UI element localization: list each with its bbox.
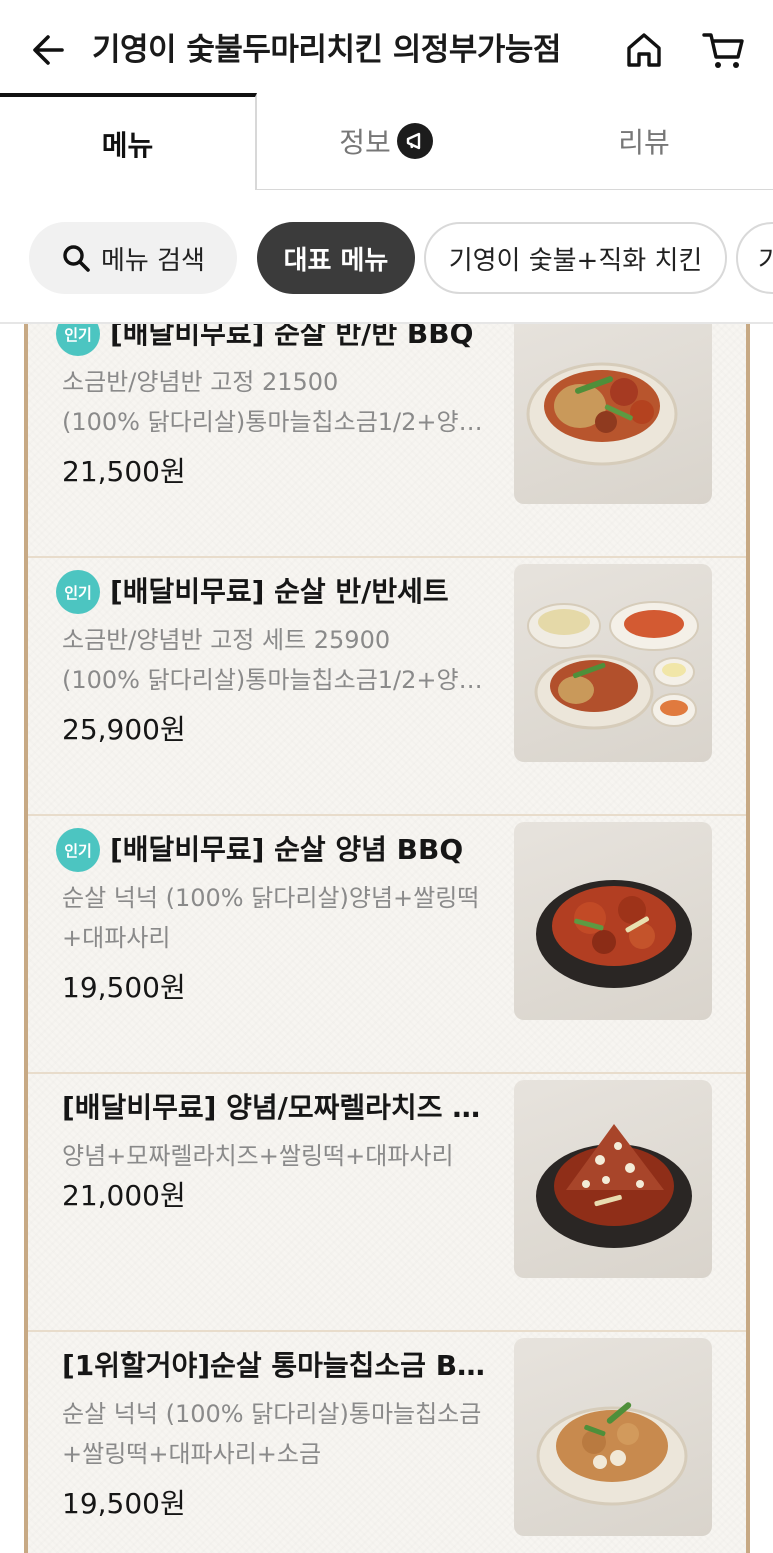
popular-badge: 인기 (56, 570, 100, 614)
description-line: (100% 닭다리살)통마늘칩소금1/2+양념1/2 (62, 408, 496, 436)
menu-item-price: 21,000원 (62, 1179, 186, 1212)
description-line: +대파사리 (62, 924, 171, 952)
menu-list: 인기 [배달비무료] 순살 반/반 BBQ 소금반/양념반 고정 21500 (… (0, 324, 773, 1553)
menu-search-label: 메뉴 검색 (101, 245, 205, 276)
search-icon (63, 245, 90, 272)
menu-item-price: 21,500원 (62, 455, 186, 488)
tab-menu-label: 메뉴 (101, 129, 154, 162)
description-line: 순살 넉넉 (100% 닭다리살)양념+쌀링떡 (62, 884, 480, 912)
tab-menu[interactable]: 메뉴 (0, 93, 257, 191)
menu-item-name: [배달비무료] 순살 반/반 BBQ (110, 324, 474, 350)
menu-search-button[interactable]: 메뉴 검색 (29, 222, 237, 294)
description-line: +쌀링떡+대파사리+소금 (62, 1440, 322, 1468)
store-tabs: 메뉴 정보 리뷰 (0, 93, 773, 191)
menu-item[interactable]: 인기 [배달비무료] 순살 반/반세트 소금반/양념반 고정 세트 25900 … (28, 558, 746, 816)
home-button[interactable] (620, 26, 668, 74)
description-line: 순살 넉넉 (100% 닭다리살)통마늘칩소금 (62, 1400, 482, 1428)
home-icon (627, 33, 661, 67)
menu-item-description: 순살 넉넉 (100% 닭다리살)양념+쌀링떡 +대파사리 (62, 878, 496, 958)
chip-label: 대표 메뉴 (283, 245, 389, 276)
chip-label: 기영이 숯불+직화 치킨 (448, 245, 703, 276)
menu-frame: 인기 [배달비무료] 순살 반/반 BBQ 소금반/양념반 고정 21500 (… (24, 324, 750, 1553)
menu-item-image (514, 1080, 712, 1278)
chip-charcoal-chicken[interactable]: 기영이 숯불+직화 치킨 (424, 222, 727, 294)
menu-item-name: [배달비무료] 순살 반/반세트 (110, 575, 449, 608)
description-line: 양념+모짜렐라치즈+쌀링떡+대파사리 (62, 1142, 454, 1170)
menu-item-image (514, 564, 712, 762)
chip-label: 기 (758, 240, 773, 277)
cart-button[interactable] (698, 26, 750, 74)
menu-item-description: 소금반/양념반 고정 세트 25900 (100% 닭다리살)통마늘칩소금1/2… (62, 620, 496, 700)
popular-badge: 인기 (56, 828, 100, 872)
tab-info[interactable]: 정보 (257, 93, 515, 191)
menu-item-description: 양념+모짜렐라치즈+쌀링떡+대파사리 (62, 1136, 496, 1176)
menu-item[interactable]: 인기 [배달비무료] 순살 반/반 BBQ 소금반/양념반 고정 21500 (… (28, 324, 746, 558)
description-line: 소금반/양념반 고정 세트 25900 (62, 626, 391, 654)
tab-info-label: 정보 (339, 126, 391, 159)
menu-item-name: [배달비무료] 양념/모짜렐라치즈 BBQ (62, 1091, 496, 1124)
cart-icon (702, 33, 744, 68)
menu-item-image (514, 822, 712, 1020)
menu-item-description: 순살 넉넉 (100% 닭다리살)통마늘칩소금 +쌀링떡+대파사리+소금 (62, 1394, 496, 1474)
menu-item-name: [1위할거야]순살 통마늘칩소금 BBQ (62, 1349, 496, 1382)
store-title: 기영이 숯불두마리치킨 의정부가능점 (92, 32, 561, 68)
description-line: (100% 닭다리살)통마늘칩소금1/2+양념1/2 (62, 666, 496, 694)
megaphone-icon (396, 123, 433, 159)
menu-item-description: 소금반/양념반 고정 21500 (100% 닭다리살)통마늘칩소금1/2+양념… (62, 362, 496, 442)
chip-next-category[interactable]: 기 (736, 222, 773, 294)
menu-item-image (514, 324, 712, 504)
popular-badge: 인기 (56, 324, 100, 356)
chip-representative-menu[interactable]: 대표 메뉴 (257, 222, 415, 294)
menu-item[interactable]: [배달비무료] 양념/모짜렐라치즈 BBQ 양념+모짜렐라치즈+쌀링떡+대파사리… (28, 1074, 746, 1332)
menu-item[interactable]: 인기 [배달비무료] 순살 양념 BBQ 순살 넉넉 (100% 닭다리살)양념… (28, 816, 746, 1074)
arrow-left-icon (33, 35, 64, 65)
menu-item-price: 19,500원 (62, 1487, 186, 1520)
category-chips: 메뉴 검색 대표 메뉴 기영이 숯불+직화 치킨 기 (0, 190, 773, 324)
app-header: 기영이 숯불두마리치킨 의정부가능점 (0, 0, 773, 96)
menu-item-image (514, 1338, 712, 1536)
back-button[interactable] (26, 28, 70, 72)
menu-item-price: 19,500원 (62, 971, 186, 1004)
menu-item-price: 25,900원 (62, 713, 186, 746)
tab-review[interactable]: 리뷰 (515, 93, 773, 191)
menu-item-name: [배달비무료] 순살 양념 BBQ (110, 833, 464, 866)
menu-item[interactable]: [1위할거야]순살 통마늘칩소금 BBQ 순살 넉넉 (100% 닭다리살)통마… (28, 1332, 746, 1553)
tab-review-label: 리뷰 (618, 126, 670, 159)
description-line: 소금반/양념반 고정 21500 (62, 368, 339, 396)
